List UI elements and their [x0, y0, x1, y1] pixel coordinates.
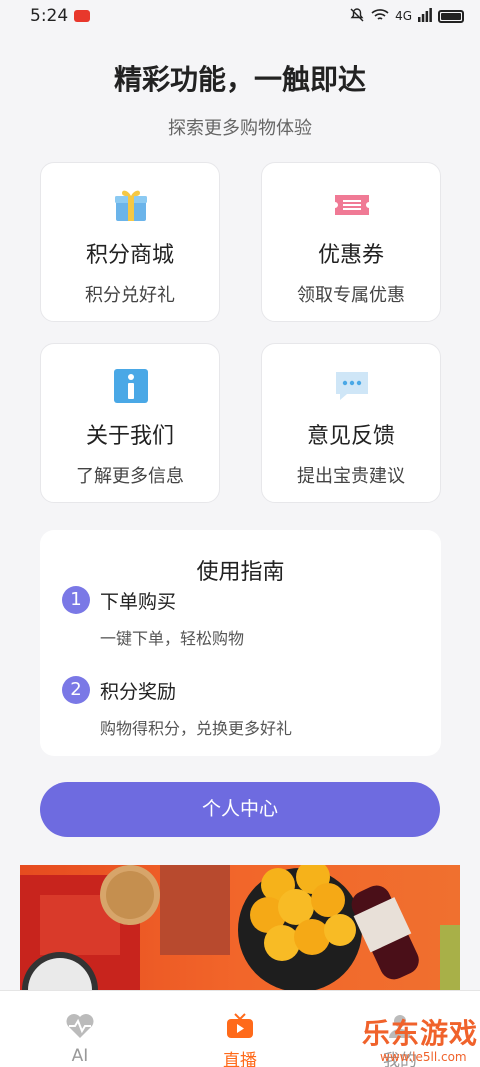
- battery-icon: [438, 9, 464, 23]
- mute-icon: [349, 7, 365, 26]
- tab-label: 直播: [223, 1051, 257, 1067]
- usage-guide: 使用指南 1 下单购买 一键下单，轻松购物 2 积分奖励 购物得积分，兑换更多好…: [40, 530, 441, 756]
- personal-center-button[interactable]: 个人中心: [40, 782, 440, 837]
- tab-label: AI: [71, 1046, 89, 1066]
- card-coupons[interactable]: 优惠券 领取专属优惠: [261, 162, 441, 322]
- promo-banner[interactable]: [20, 865, 460, 995]
- step-number: 1: [62, 586, 90, 614]
- watermark-url: www.le5ll.com: [380, 1050, 467, 1064]
- card-desc: 积分兑好礼: [85, 285, 175, 306]
- status-left: 5:24: [30, 6, 91, 26]
- wifi-icon: [371, 8, 389, 25]
- step-title: 下单购买: [100, 591, 177, 613]
- card-title: 关于我们: [85, 424, 174, 449]
- card-title: 意见反馈: [306, 424, 395, 449]
- tab-live[interactable]: 直播: [160, 991, 320, 1067]
- card-feedback[interactable]: 意见反馈 提出宝贵建议: [261, 343, 441, 503]
- card-points-mall[interactable]: 积分商城 积分兑好礼: [40, 162, 220, 322]
- step-desc: 一键下单，轻松购物: [100, 629, 245, 648]
- card-desc: 领取专属优惠: [297, 285, 405, 306]
- card-desc: 了解更多信息: [76, 466, 184, 487]
- card-about-us[interactable]: 关于我们 了解更多信息: [40, 343, 220, 503]
- card-desc: 提出宝贵建议: [297, 466, 405, 487]
- watermark: 乐东游戏 www.le5ll.com: [362, 1012, 480, 1067]
- coupon-icon: [332, 185, 372, 225]
- step-title: 积分奖励: [100, 681, 177, 703]
- page-title: 精彩功能，一触即达: [113, 63, 366, 96]
- chat-bubble-icon: [332, 366, 372, 406]
- status-right: 4G: [349, 7, 464, 26]
- network-label: 4G: [395, 9, 412, 23]
- gift-icon: [111, 185, 151, 225]
- info-icon: [111, 366, 151, 406]
- watermark-text: 乐东游戏: [362, 1017, 479, 1050]
- card-title: 积分商城: [85, 243, 174, 268]
- tab-ai[interactable]: AI: [0, 991, 160, 1067]
- page-subtitle: 探索更多购物体验: [168, 118, 312, 139]
- step-number: 2: [62, 676, 90, 704]
- guide-title: 使用指南: [196, 560, 285, 585]
- status-time: 5:24: [30, 6, 69, 26]
- status-bar: 5:24 4G: [0, 0, 480, 32]
- tv-icon: [226, 1013, 254, 1043]
- signal-icon: [418, 7, 432, 25]
- heartbeat-icon: [65, 1013, 95, 1043]
- app-notification-icon: [74, 10, 91, 22]
- card-title: 优惠券: [317, 243, 384, 268]
- step-desc: 购物得积分，兑换更多好礼: [100, 719, 293, 738]
- banner-illustration: [20, 865, 460, 995]
